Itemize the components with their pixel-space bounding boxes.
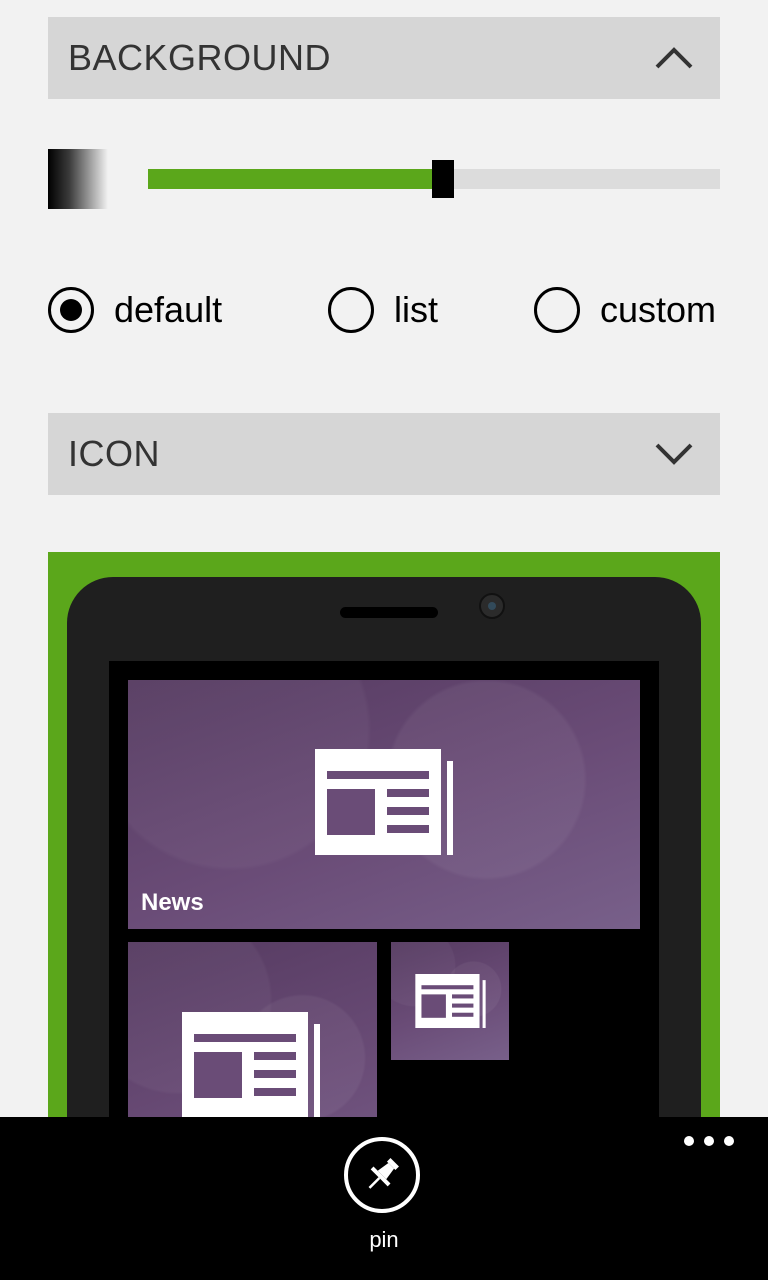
pin-icon: [368, 1158, 399, 1189]
dot: [704, 1136, 714, 1146]
tile-small: [391, 942, 509, 1060]
pin-button[interactable]: [344, 1137, 420, 1213]
background-section-header[interactable]: BACKGROUND: [48, 17, 720, 99]
background-section-title: BACKGROUND: [68, 37, 332, 78]
radio-label: list: [394, 289, 438, 330]
radio-list[interactable]: list: [328, 287, 438, 333]
slider-fill: [148, 169, 434, 189]
radio-circle: [534, 287, 580, 333]
radio-default[interactable]: default: [48, 287, 222, 333]
layout-radio-group: default list custom: [48, 287, 720, 339]
radio-circle: [48, 287, 94, 333]
phone-frame: News: [67, 577, 701, 1152]
newspaper-icon: [315, 749, 453, 855]
radio-circle: [328, 287, 374, 333]
gradient-slider[interactable]: [148, 160, 720, 198]
chevron-up-icon[interactable]: [646, 30, 702, 86]
tile-label: News: [141, 889, 204, 916]
app-bar: pin: [0, 1117, 768, 1280]
icon-section-header[interactable]: ICON: [48, 413, 720, 495]
tile-wide: News: [128, 680, 640, 929]
icon-section-title: ICON: [68, 433, 160, 474]
gradient-swatch: [48, 149, 108, 209]
radio-custom[interactable]: custom: [534, 287, 716, 333]
radio-label: custom: [600, 289, 717, 330]
phone-camera: [479, 593, 505, 619]
radio-label: default: [114, 289, 223, 330]
phone-screen: News: [109, 661, 659, 1152]
newspaper-icon: [415, 974, 486, 1028]
phone-speaker: [340, 607, 438, 618]
ellipsis-icon[interactable]: [684, 1135, 734, 1147]
slider-thumb[interactable]: [432, 160, 454, 198]
pin-label: pin: [369, 1227, 399, 1252]
dot: [684, 1136, 694, 1146]
chevron-down-icon[interactable]: [646, 426, 702, 482]
dot: [724, 1136, 734, 1146]
newspaper-icon: [182, 1012, 320, 1118]
radio-dot: [60, 299, 82, 321]
tile-preview: News: [48, 552, 720, 1152]
